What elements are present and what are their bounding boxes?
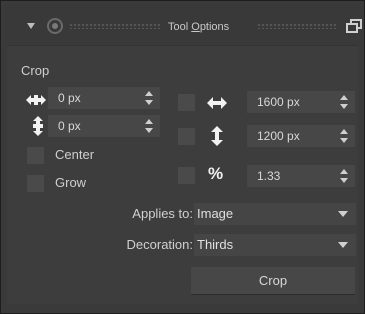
titlebar-grip-left [69,23,161,29]
width-arrows-icon [207,97,227,109]
y-offset-field[interactable]: 0 px [48,115,160,137]
applies-to-value: Image [197,206,234,221]
vertical-move-icon [33,116,43,136]
grow-checkbox[interactable] [27,175,44,192]
applies-to-label: Applies to: [132,206,193,221]
center-checkbox[interactable] [27,147,44,164]
panel-title: Tool Options [168,21,230,33]
y-offset-value: 0 px [58,119,81,133]
spinner-arrows-icon[interactable] [144,118,154,134]
collapse-arrow-icon[interactable] [26,21,36,31]
dropdown-caret-icon [338,211,348,217]
float-window-icon[interactable] [346,19,362,33]
dropdown-caret-icon [338,242,348,248]
decoration-label: Decoration: [126,237,193,252]
decoration-dropdown[interactable]: Thirds [194,234,356,256]
decoration-value: Thirds [197,237,234,252]
height-value: 1200 px [257,129,300,143]
width-value: 1600 px [257,95,300,109]
height-field[interactable]: 1200 px [247,125,355,147]
center-label: Center [55,147,95,162]
x-offset-field[interactable]: 0 px [48,87,160,109]
ratio-symbol: % [208,164,224,183]
x-offset-value: 0 px [58,91,81,105]
crop-section-label: Crop [21,63,50,78]
crop-button[interactable]: Crop [191,267,355,295]
grow-label: Grow [55,175,87,190]
applies-to-dropdown[interactable]: Image [194,203,356,225]
spinner-arrows-icon[interactable] [339,94,349,110]
width-lock-checkbox[interactable] [178,94,195,111]
height-lock-checkbox[interactable] [178,128,195,145]
spinner-arrows-icon[interactable] [339,128,349,144]
panel-titlebar[interactable]: Tool Options [5,5,362,45]
pin-icon[interactable] [45,16,65,36]
spinner-arrows-icon[interactable] [144,90,154,106]
spinner-arrows-icon[interactable] [339,168,349,184]
titlebar-grip-right [257,23,337,29]
width-field[interactable]: 1600 px [247,91,355,113]
ratio-value: 1.33 [257,169,281,183]
tool-options-panel: Tool Options Crop 0 px 0 px Center Grow [0,0,365,314]
horizontal-move-icon [26,95,46,105]
ratio-lock-checkbox[interactable] [178,167,195,184]
height-arrows-icon [211,126,223,146]
ratio-field[interactable]: 1.33 [247,165,355,187]
